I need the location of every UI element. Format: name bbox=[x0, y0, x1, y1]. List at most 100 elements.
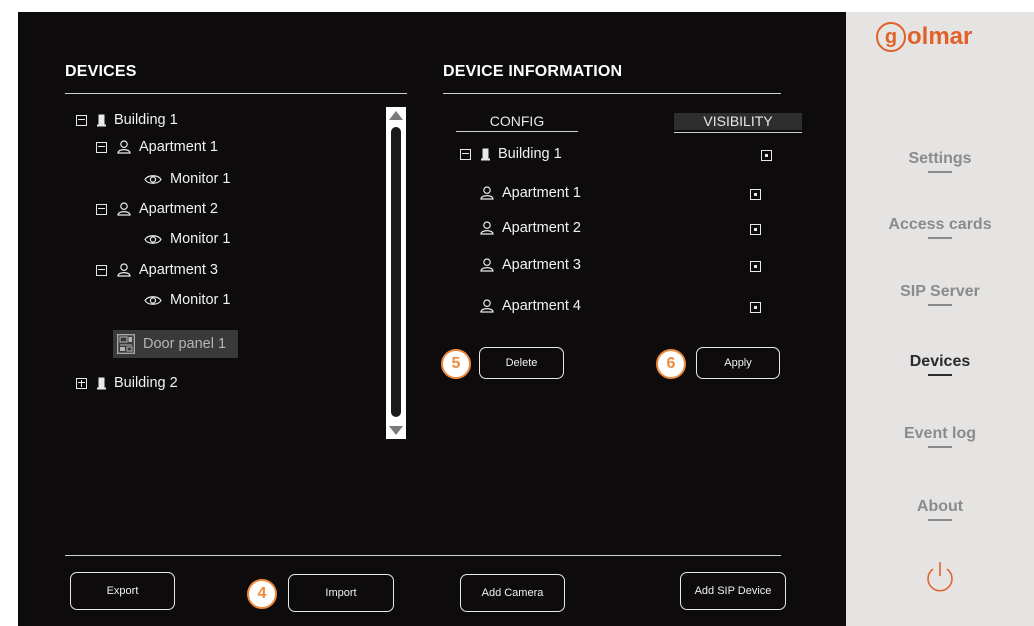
person-icon bbox=[480, 258, 494, 272]
device-info-title: DEVICE INFORMATION bbox=[443, 63, 623, 80]
nav-label: Devices bbox=[909, 353, 971, 370]
tree-label: Door panel 1 bbox=[143, 336, 227, 352]
tree-item-building-2[interactable]: Building 2 bbox=[76, 375, 178, 391]
add-sip-device-button[interactable]: Add SIP Device bbox=[680, 572, 786, 610]
step-badge-4: 4 bbox=[247, 579, 277, 609]
nav-sip-server[interactable]: SIP Server bbox=[846, 283, 1034, 306]
nav-label: SIP Server bbox=[900, 283, 980, 300]
info-row-label: Apartment 1 bbox=[502, 185, 581, 201]
nav-underline bbox=[928, 519, 952, 521]
tree-item-apartment-2[interactable]: Apartment 2 bbox=[96, 201, 218, 217]
tree-label: Building 2 bbox=[114, 375, 178, 391]
tree-scrollbar[interactable] bbox=[386, 107, 406, 439]
visibility-header-underline bbox=[674, 132, 802, 133]
visibility-checkbox[interactable] bbox=[761, 150, 772, 161]
bottom-divider bbox=[65, 555, 781, 556]
main-panel: DEVICES Building 1 Apartment 1 Monitor 1 bbox=[18, 12, 846, 626]
tree-label: Monitor 1 bbox=[170, 171, 231, 187]
power-icon[interactable] bbox=[922, 560, 958, 596]
logo-g-mark: g bbox=[876, 22, 906, 52]
export-button[interactable]: Export bbox=[70, 572, 175, 610]
import-button[interactable]: Import bbox=[288, 574, 394, 612]
logo-text: olmar bbox=[907, 23, 973, 50]
collapse-toggle[interactable] bbox=[96, 264, 107, 276]
eye-icon bbox=[144, 295, 162, 306]
visibility-checkbox[interactable] bbox=[750, 302, 761, 313]
visibility-checkbox[interactable] bbox=[750, 189, 761, 200]
nav-underline bbox=[928, 446, 952, 448]
tree-item-apartment-1[interactable]: Apartment 1 bbox=[96, 139, 218, 155]
person-icon bbox=[480, 299, 494, 313]
config-header-label: CONFIG bbox=[489, 113, 545, 129]
collapse-toggle[interactable] bbox=[460, 148, 471, 160]
devices-title-divider bbox=[65, 93, 407, 94]
info-row-label: Apartment 3 bbox=[502, 257, 581, 273]
tree-label: Apartment 3 bbox=[139, 262, 218, 278]
golmar-logo: g olmar bbox=[876, 22, 972, 52]
nav-event-log[interactable]: Event log bbox=[846, 425, 1034, 448]
person-icon bbox=[480, 186, 494, 200]
tree-label: Building 1 bbox=[114, 112, 178, 128]
info-row-apartment-1[interactable]: Apartment 1 bbox=[480, 185, 581, 201]
nav-label: About bbox=[916, 498, 964, 515]
apply-button[interactable]: Apply bbox=[696, 347, 780, 379]
collapse-toggle[interactable] bbox=[76, 114, 87, 126]
tree-label: Apartment 1 bbox=[139, 139, 218, 155]
visibility-checkbox[interactable] bbox=[750, 261, 761, 272]
nav-underline bbox=[928, 304, 952, 306]
building-icon bbox=[97, 377, 106, 390]
tree-label: Monitor 1 bbox=[170, 231, 231, 247]
step-badge-6: 6 bbox=[656, 349, 686, 379]
tree-label: Monitor 1 bbox=[170, 292, 231, 308]
add-camera-button[interactable]: Add Camera bbox=[460, 574, 565, 612]
scroll-thumb[interactable] bbox=[391, 127, 401, 417]
info-row-apartment-2[interactable]: Apartment 2 bbox=[480, 220, 581, 236]
building-icon bbox=[97, 114, 106, 127]
nav-access-cards[interactable]: Access cards bbox=[846, 216, 1034, 239]
nav-settings[interactable]: Settings bbox=[846, 150, 1034, 173]
device-info-title-divider bbox=[443, 93, 781, 94]
nav-underline bbox=[928, 237, 952, 239]
eye-icon bbox=[144, 174, 162, 185]
devices-title: DEVICES bbox=[65, 63, 137, 80]
nav-label: Access cards bbox=[888, 216, 992, 233]
sidebar: g olmar Settings Access cards SIP Server… bbox=[846, 12, 1034, 626]
config-column-header: CONFIG bbox=[456, 113, 578, 132]
info-row-label: Apartment 2 bbox=[502, 220, 581, 236]
tree-item-apt3-monitor[interactable]: Monitor 1 bbox=[144, 292, 230, 308]
config-header-underline bbox=[456, 131, 578, 132]
person-icon bbox=[117, 263, 131, 277]
nav-about[interactable]: About bbox=[846, 498, 1034, 521]
nav-underline bbox=[928, 171, 952, 173]
step-badge-5: 5 bbox=[441, 349, 471, 379]
visibility-column-header: VISIBILITY bbox=[674, 113, 802, 133]
collapse-toggle[interactable] bbox=[96, 141, 107, 153]
door-panel-icon bbox=[117, 334, 135, 354]
info-row-building-1[interactable]: Building 1 bbox=[460, 146, 562, 162]
nav-label: Event log bbox=[903, 425, 976, 442]
tree-item-apartment-3[interactable]: Apartment 3 bbox=[96, 262, 218, 278]
tree-label: Apartment 2 bbox=[139, 201, 218, 217]
visibility-checkbox[interactable] bbox=[750, 224, 761, 235]
person-icon bbox=[117, 140, 131, 154]
expand-toggle[interactable] bbox=[76, 377, 87, 389]
delete-button[interactable]: Delete bbox=[479, 347, 564, 379]
building-icon bbox=[481, 148, 490, 161]
scroll-up-arrow-icon[interactable] bbox=[389, 111, 403, 120]
info-row-label: Apartment 4 bbox=[502, 298, 581, 314]
person-icon bbox=[480, 221, 494, 235]
info-row-label: Building 1 bbox=[498, 146, 562, 162]
collapse-toggle[interactable] bbox=[96, 203, 107, 215]
nav-devices[interactable]: Devices bbox=[846, 353, 1034, 376]
tree-item-apt1-monitor[interactable]: Monitor 1 bbox=[144, 171, 230, 187]
info-row-apartment-3[interactable]: Apartment 3 bbox=[480, 257, 581, 273]
tree-item-door-panel-selected[interactable]: Door panel 1 bbox=[113, 330, 238, 358]
tree-item-apt2-monitor[interactable]: Monitor 1 bbox=[144, 231, 230, 247]
scroll-down-arrow-icon[interactable] bbox=[389, 426, 403, 435]
nav-label: Settings bbox=[908, 150, 972, 167]
nav-underline bbox=[928, 374, 952, 376]
tree-item-building-1[interactable]: Building 1 bbox=[76, 112, 178, 128]
person-icon bbox=[117, 202, 131, 216]
visibility-header-label: VISIBILITY bbox=[703, 113, 773, 129]
info-row-apartment-4[interactable]: Apartment 4 bbox=[480, 298, 581, 314]
